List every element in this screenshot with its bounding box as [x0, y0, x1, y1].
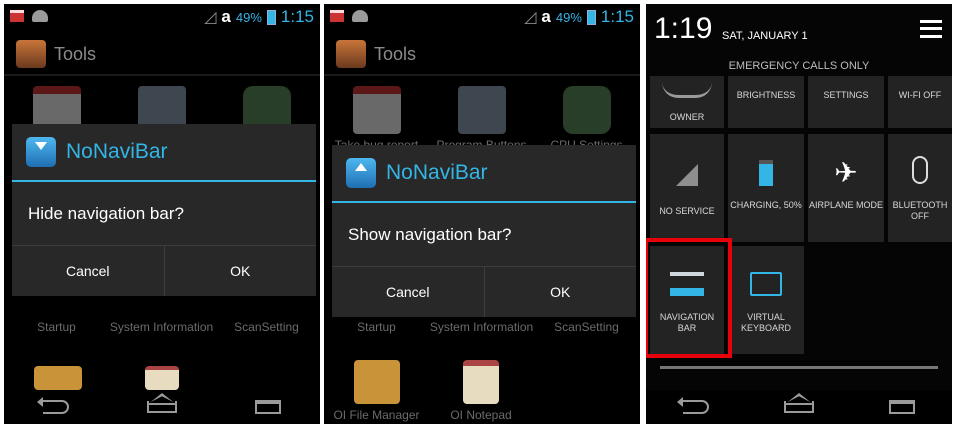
cancel-button[interactable]: Cancel [332, 267, 484, 317]
keyboard-icon [750, 272, 782, 296]
gift-icon [330, 10, 344, 22]
clock: 1:15 [280, 7, 314, 26]
cancel-button[interactable]: Cancel [12, 246, 164, 296]
grid-label: System Information [429, 320, 534, 334]
tile-settings[interactable]: SETTINGS [808, 76, 884, 128]
highlight-box [646, 238, 732, 358]
tile-label: WI-FI OFF [898, 90, 942, 100]
signal-icon: ◿ [524, 9, 537, 26]
gift-icon [10, 10, 24, 22]
grid-label: ScanSetting [234, 320, 299, 334]
tile-bluetooth[interactable]: BLUETOOTH OFF [888, 134, 952, 242]
grid-label: ScanSetting [554, 320, 619, 334]
dialog-message: Show navigation bar? [332, 203, 636, 267]
notepad-icon [145, 366, 179, 390]
tile-owner[interactable]: OWNER [650, 76, 724, 128]
status-bar: ◿ a 49% 1:15 [324, 4, 640, 30]
clock: 1:15 [600, 7, 634, 26]
tile-label: BRIGHTNESS [736, 90, 796, 100]
grid-label: Startup [357, 320, 396, 334]
app-title: Tools [54, 44, 97, 64]
owner-icon [662, 82, 712, 98]
nonavibar-icon [26, 137, 56, 167]
tile-label: AIRPLANE MODE [808, 200, 884, 210]
tile-label: VIRTUAL KEYBOARD [740, 312, 791, 333]
tile-label: BLUETOOTH OFF [892, 200, 948, 221]
home-icon[interactable] [783, 401, 814, 413]
qs-date: SAT, JANUARY 1 [722, 30, 808, 42]
quick-settings-screen: 1:19 SAT, JANUARY 1 EMERGENCY CALLS ONLY… [646, 4, 952, 424]
airplane-icon: ✈ [834, 157, 858, 188]
ok-button[interactable]: OK [163, 246, 317, 296]
emergency-calls-text: EMERGENCY CALLS ONLY [728, 60, 870, 72]
battery-icon [266, 9, 276, 25]
status-bar: ◿ a 49% 1:15 [4, 4, 320, 30]
tile-charging[interactable]: CHARGING, 50% [728, 134, 804, 242]
tile-label: NO SERVICE [659, 206, 715, 216]
battery-icon [586, 9, 596, 25]
tile-label: OWNER [669, 112, 705, 122]
battery-charging-icon [759, 160, 773, 186]
tile-virtual-keyboard[interactable]: VIRTUAL KEYBOARD [728, 246, 804, 354]
navigation-bar [4, 390, 320, 424]
grid-item-program-buttons[interactable]: Program Buttons [429, 86, 534, 152]
dialog-title: NoNaviBar [66, 140, 168, 163]
home-icon[interactable] [147, 401, 177, 413]
app-header: Tools [4, 30, 320, 76]
dialog-title: NoNaviBar [386, 161, 488, 184]
grid-label: System Information [109, 320, 214, 334]
recent-apps-icon[interactable] [888, 400, 915, 414]
battery-percent: 49% [555, 9, 582, 25]
tile-label: CHARGING, 50% [730, 200, 802, 210]
android-icon [352, 10, 368, 22]
app-header: Tools [324, 30, 640, 76]
no-signal-icon [676, 164, 698, 186]
recent-apps-icon[interactable] [255, 400, 281, 414]
settings-list-icon[interactable] [920, 20, 942, 38]
toolbox-icon [16, 40, 46, 68]
grid-label: Startup [37, 320, 76, 334]
tile-brightness[interactable]: BRIGHTNESS [728, 76, 804, 128]
qs-clock: 1:19 [654, 12, 713, 45]
screen-hide-dialog: ◿ a 49% 1:15 Tools Startup System Inform… [4, 4, 320, 424]
grid-item-file-manager[interactable] [34, 366, 82, 390]
tile-wifi[interactable]: WI-FI OFF [888, 76, 952, 128]
dialog-title-bar: NoNaviBar [12, 124, 316, 182]
grid-item-notepad[interactable] [144, 366, 180, 390]
app-title: Tools [374, 44, 417, 64]
scrollbar[interactable] [660, 366, 938, 369]
hide-navbar-dialog: NoNaviBar Hide navigation bar? Cancel OK [12, 124, 316, 296]
folder-icon [353, 360, 400, 404]
grid-label: OI Notepad [450, 408, 512, 422]
phone-icon [457, 86, 506, 134]
back-icon[interactable] [677, 397, 710, 414]
grid-item-file-manager[interactable]: OI File Manager [329, 360, 424, 422]
navigation-bar [646, 390, 952, 424]
carrier-indicator: a [541, 7, 551, 26]
dialog-title-bar: NoNaviBar [332, 145, 636, 203]
carrier-indicator: a [221, 7, 231, 26]
bug-report-icon [352, 86, 401, 134]
nonavibar-icon [346, 158, 376, 188]
cpu-icon [562, 86, 611, 134]
ok-button[interactable]: OK [483, 267, 637, 317]
tile-no-service[interactable]: NO SERVICE [650, 134, 724, 242]
toolbox-icon [336, 40, 366, 68]
grid-item-notepad[interactable]: OI Notepad [436, 360, 526, 422]
notepad-icon [463, 360, 499, 404]
screen-show-dialog: ◿ a 49% 1:15 Tools Take bug report Progr… [324, 4, 640, 424]
tile-airplane[interactable]: ✈ AIRPLANE MODE [808, 134, 884, 242]
grid-label: OI File Manager [333, 408, 420, 422]
folder-icon [34, 366, 82, 390]
show-navbar-dialog: NoNaviBar Show navigation bar? Cancel OK [332, 145, 636, 317]
dialog-message: Hide navigation bar? [12, 182, 316, 246]
back-icon[interactable] [37, 397, 69, 414]
battery-percent: 49% [235, 9, 262, 25]
grid-item-bug-report[interactable]: Take bug report [324, 86, 429, 152]
tile-label: SETTINGS [823, 90, 869, 100]
bluetooth-icon [912, 156, 928, 184]
signal-icon: ◿ [204, 9, 217, 26]
android-icon [32, 10, 48, 22]
grid-item-cpu-settings[interactable]: CPU Settings [534, 86, 639, 152]
